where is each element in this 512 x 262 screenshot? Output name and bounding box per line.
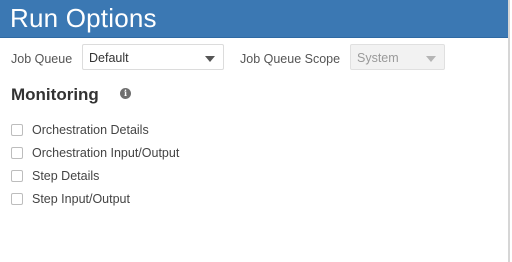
monitoring-heading: Monitoring xyxy=(11,85,99,104)
job-queue-value: Default xyxy=(89,51,129,65)
orchestration-input-output-label[interactable]: Orchestration Input/Output xyxy=(32,146,179,160)
queue-row: Job Queue Default Job Queue Scope System xyxy=(0,44,508,72)
option-orchestration-details[interactable]: Orchestration Details xyxy=(11,118,179,141)
option-orchestration-input-output[interactable]: Orchestration Input/Output xyxy=(11,141,179,164)
job-queue-select[interactable]: Default xyxy=(82,44,224,70)
chevron-down-icon xyxy=(426,56,436,62)
job-queue-scope-select: System xyxy=(350,44,445,70)
option-step-details[interactable]: Step Details xyxy=(11,164,179,187)
monitoring-options: Orchestration Details Orchestration Inpu… xyxy=(11,118,179,210)
panel-header: Run Options xyxy=(0,0,508,38)
info-icon[interactable]: i xyxy=(120,88,131,99)
orchestration-details-label[interactable]: Orchestration Details xyxy=(32,123,149,137)
job-queue-label: Job Queue xyxy=(11,52,73,66)
orchestration-input-output-checkbox[interactable] xyxy=(11,146,23,159)
page-title: Run Options xyxy=(10,3,157,33)
step-input-output-checkbox[interactable] xyxy=(11,192,23,205)
option-step-input-output[interactable]: Step Input/Output xyxy=(11,187,179,210)
orchestration-details-checkbox[interactable] xyxy=(11,123,23,136)
chevron-down-icon xyxy=(205,56,215,62)
job-queue-scope-value: System xyxy=(357,51,399,65)
step-input-output-label[interactable]: Step Input/Output xyxy=(32,192,130,206)
run-options-panel: Run Options Job Queue Default Job Queue … xyxy=(0,0,510,262)
step-details-label[interactable]: Step Details xyxy=(32,169,99,183)
job-queue-scope-label: Job Queue Scope xyxy=(240,52,341,66)
step-details-checkbox[interactable] xyxy=(11,169,23,182)
